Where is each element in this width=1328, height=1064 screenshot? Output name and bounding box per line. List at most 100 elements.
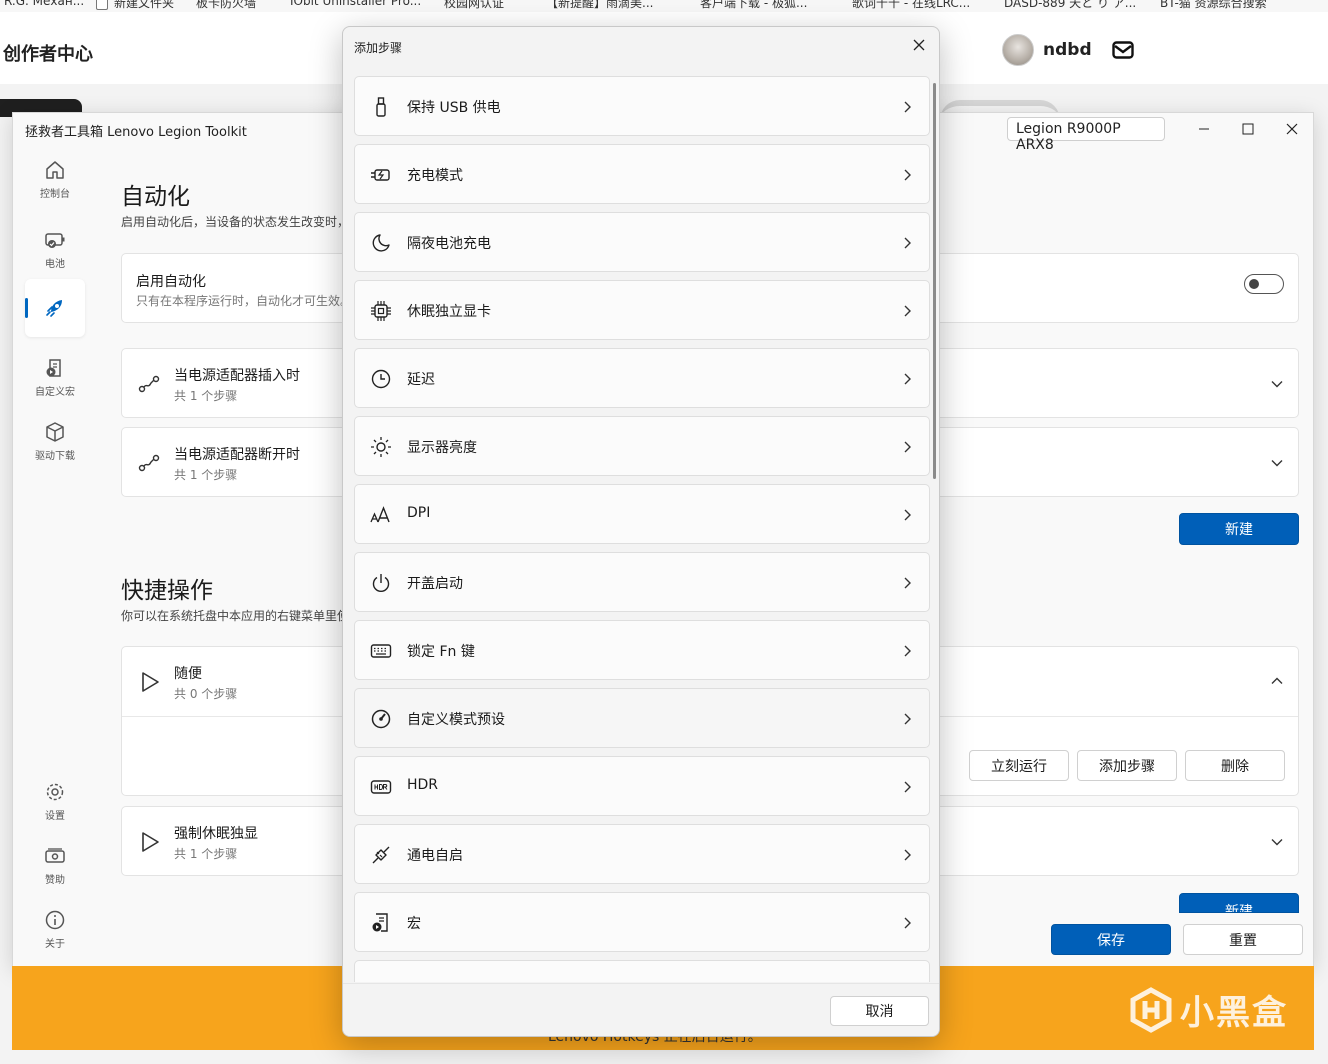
nav-about[interactable]: 关于 xyxy=(25,903,85,961)
step-label: 休眠独立显卡 xyxy=(407,304,491,320)
step-hdr[interactable]: HDR xyxy=(354,756,930,816)
step-label: 通电自启 xyxy=(407,848,463,864)
page-title[interactable]: 创作者中心 xyxy=(3,40,93,66)
chevron-down-icon[interactable] xyxy=(1270,835,1284,849)
card-desc: 只有在本程序运行时，自动化才可生效。 xyxy=(136,294,353,308)
minimize-button[interactable] xyxy=(1189,117,1219,141)
step-keep-usb-power[interactable]: 保持 USB 供电 xyxy=(354,76,930,136)
step-delay[interactable]: 延迟 xyxy=(354,348,930,408)
dialog-footer: 取消 xyxy=(343,983,939,1036)
nav-label: 自定义宏 xyxy=(35,387,75,398)
bookmark[interactable]: 板卡防火墙 xyxy=(196,0,256,11)
run-now-button[interactable]: 立刻运行 xyxy=(969,750,1069,781)
step-label: 宏 xyxy=(407,916,421,932)
save-button[interactable]: 保存 xyxy=(1051,924,1171,955)
step-display-brightness[interactable]: 显示器亮度 xyxy=(354,416,930,476)
dialog-close-button[interactable] xyxy=(909,35,929,55)
dialog-scrollbar[interactable] xyxy=(933,83,936,479)
chip-icon xyxy=(370,300,392,322)
usb-icon xyxy=(370,96,392,118)
moon-icon xyxy=(370,232,392,254)
bookmark[interactable]: DASD-889 天と り ア... xyxy=(1004,0,1136,11)
step-partial[interactable] xyxy=(354,960,930,982)
minimize-icon xyxy=(1199,128,1209,130)
bookmark[interactable]: 【新提醒】雨滴美... xyxy=(546,0,653,11)
nav-settings[interactable]: 设置 xyxy=(25,775,85,833)
step-power-on-boot[interactable]: 通电自启 xyxy=(354,824,930,884)
bookmarks-bar: R.G. Механ... 新建文件夹 板卡防火墙 IObit Uninstal… xyxy=(0,0,1328,12)
new-automation-button[interactable]: 新建 xyxy=(1179,513,1299,545)
maximize-icon xyxy=(1242,123,1254,135)
bookmark[interactable]: 新建文件夹 xyxy=(96,0,174,11)
quick-action-title: 随便 xyxy=(174,666,202,682)
step-label: 隔夜电池充电 xyxy=(407,236,491,252)
mail-icon[interactable] xyxy=(1111,41,1134,59)
cancel-button[interactable]: 取消 xyxy=(830,996,929,1026)
play-icon[interactable] xyxy=(140,671,160,693)
chevron-right-icon xyxy=(904,373,911,385)
step-dgpu-sleep[interactable]: 休眠独立显卡 xyxy=(354,280,930,340)
add-step-button[interactable]: 添加步骤 xyxy=(1077,750,1177,781)
step-boot-on-lid-open[interactable]: 开盖启动 xyxy=(354,552,930,612)
money-icon xyxy=(45,848,65,863)
bookmark[interactable]: BT-猫 资源综合搜索 xyxy=(1160,0,1267,11)
quick-action-title: 强制休眠独显 xyxy=(174,826,258,842)
reset-button[interactable]: 重置 xyxy=(1183,924,1303,955)
avatar[interactable] xyxy=(1002,34,1034,66)
new-quick-action-button[interactable]: 新建 xyxy=(1179,893,1299,913)
watermark-text: 小黑盒 xyxy=(1180,993,1288,1033)
delete-button[interactable]: 删除 xyxy=(1185,750,1285,781)
nav-dashboard[interactable]: 控制台 xyxy=(25,153,85,211)
clock-icon xyxy=(370,368,392,390)
step-label: 自定义模式预设 xyxy=(407,712,505,728)
bookmark[interactable]: IObit Uninstaller Pro... xyxy=(290,0,421,8)
partial-icon xyxy=(370,980,392,982)
bookmark[interactable]: 校园网认证 xyxy=(444,0,504,11)
nav-automation[interactable] xyxy=(25,279,85,337)
step-label: 显示器亮度 xyxy=(407,440,477,456)
username[interactable]: ndbd xyxy=(1043,40,1092,60)
step-charge-mode[interactable]: 充电模式 xyxy=(354,144,930,204)
chevron-right-icon xyxy=(904,713,911,725)
nav-label: 赞助 xyxy=(45,875,65,886)
chevron-up-icon[interactable] xyxy=(1270,674,1284,688)
play-icon[interactable] xyxy=(140,831,160,853)
step-label: 锁定 Fn 键 xyxy=(407,644,475,660)
chevron-down-icon[interactable] xyxy=(1270,377,1284,391)
nav-donate[interactable]: 赞助 xyxy=(25,839,85,897)
bookmark[interactable]: R.G. Механ... xyxy=(4,0,84,8)
bookmark[interactable]: 客户端下载 - 极狐... xyxy=(700,0,807,11)
automation-toggle[interactable] xyxy=(1244,274,1284,294)
step-label: DPI xyxy=(407,505,431,521)
step-label: HDR xyxy=(407,777,439,793)
heihe-logo-icon xyxy=(1130,986,1172,1033)
chevron-right-icon xyxy=(904,917,911,929)
rule-steps: 共 1 个步骤 xyxy=(174,389,238,403)
brightness-icon xyxy=(370,436,392,458)
bookmark[interactable]: 歌词千千 - 在线LRC... xyxy=(852,0,970,11)
nav-macro[interactable]: 自定义宏 xyxy=(25,351,85,409)
rocket-icon xyxy=(46,300,62,317)
step-dpi[interactable]: DPI xyxy=(354,484,930,544)
chevron-right-icon xyxy=(904,101,911,113)
maximize-button[interactable] xyxy=(1233,117,1263,141)
macro-icon xyxy=(46,359,61,377)
close-button[interactable] xyxy=(1277,117,1307,141)
nav-battery[interactable]: 电池 xyxy=(25,223,85,281)
step-macro[interactable]: 宏 xyxy=(354,892,930,952)
rule-steps: 共 1 个步骤 xyxy=(174,468,238,482)
step-overnight-charge[interactable]: 隔夜电池充电 xyxy=(354,212,930,272)
card-title: 启用自动化 xyxy=(136,274,206,290)
chevron-down-icon[interactable] xyxy=(1270,456,1284,470)
dialog-title: 添加步骤 xyxy=(354,41,403,55)
plug-icon xyxy=(370,844,392,866)
nav-label: 驱动下载 xyxy=(35,451,75,462)
step-custom-mode-preset[interactable]: 自定义模式预设 xyxy=(354,688,930,748)
home-icon xyxy=(46,161,64,179)
keyboard-icon xyxy=(370,640,392,662)
step-fn-lock[interactable]: 锁定 Fn 键 xyxy=(354,620,930,680)
quick-action-steps: 共 0 个步骤 xyxy=(174,687,238,701)
gear-icon xyxy=(46,783,64,801)
nav-driver-download[interactable]: 驱动下载 xyxy=(25,415,85,473)
close-icon xyxy=(913,39,925,51)
